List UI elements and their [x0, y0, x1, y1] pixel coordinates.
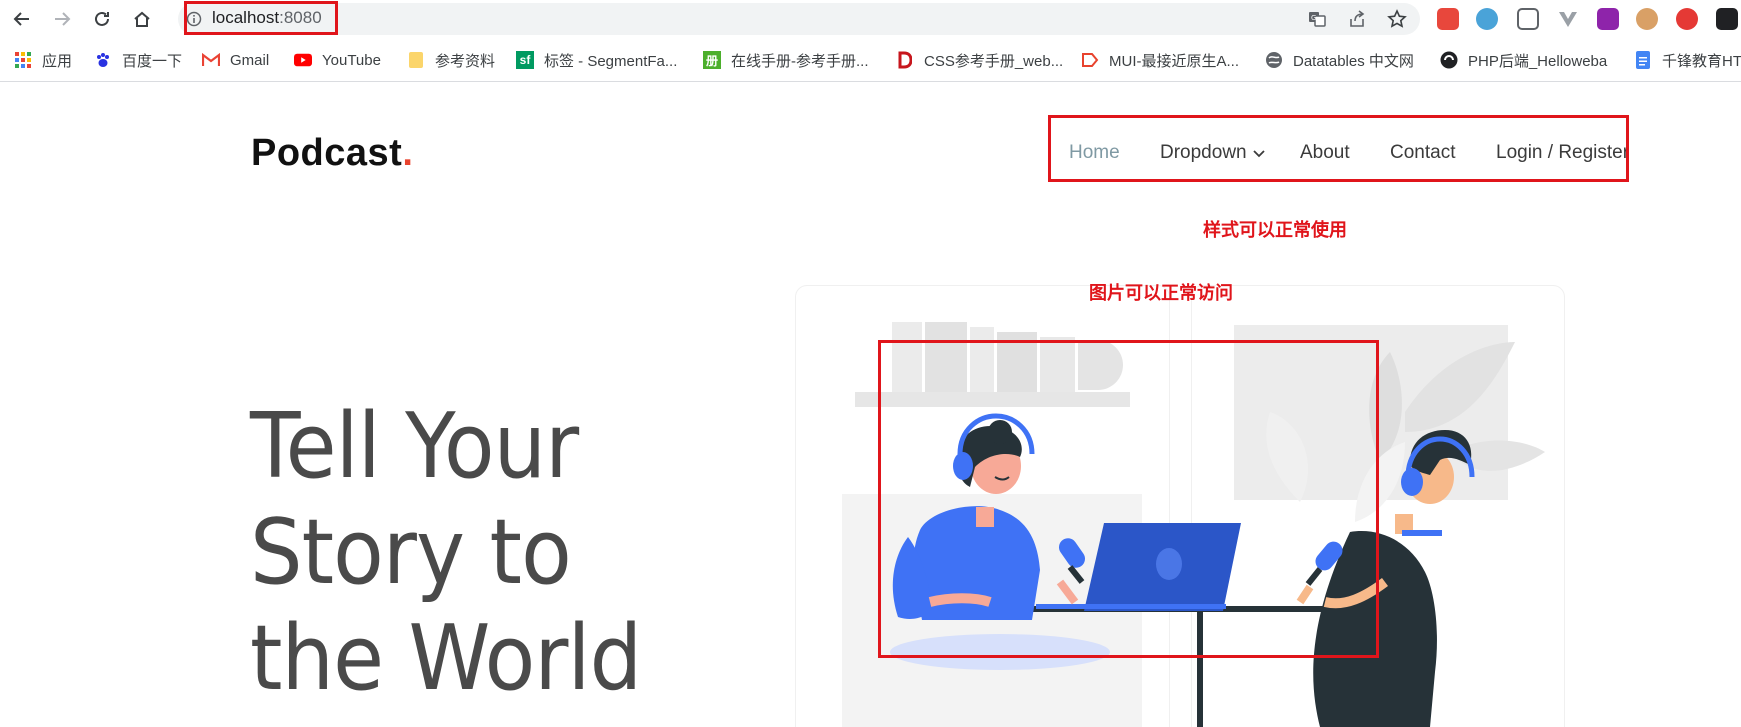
- bookmark-segmentfault[interactable]: sf 标签 - SegmentFa...: [516, 49, 677, 71]
- doc-icon: [1634, 51, 1652, 69]
- reload-icon: [95, 11, 109, 26]
- extension-copy-icon[interactable]: [1517, 8, 1539, 30]
- extension-rp-icon[interactable]: [1597, 8, 1619, 30]
- bookmark-helloweba[interactable]: PHP后端_Helloweba: [1440, 49, 1607, 71]
- image-note: 图片可以正常访问: [1089, 283, 1233, 303]
- youtube-icon: [294, 51, 312, 69]
- back-button[interactable]: [8, 5, 36, 33]
- arrow-right-icon: [55, 12, 71, 26]
- extension-cookie-icon[interactable]: [1636, 8, 1658, 30]
- reload-button[interactable]: [88, 5, 116, 33]
- bookmark-label: 千锋教育HT: [1662, 52, 1741, 70]
- gmail-icon: [202, 51, 220, 69]
- address-bar[interactable]: [178, 3, 1420, 35]
- bookmark-label: 应用: [42, 52, 73, 70]
- extension-devtools-icon[interactable]: [1716, 8, 1738, 30]
- folder-icon: [407, 51, 425, 69]
- bookmark-label: Gmail: [230, 51, 270, 69]
- bookmark-label: Datatables 中文网: [1293, 52, 1414, 70]
- helloweba-icon: [1440, 51, 1458, 69]
- extension-fox-icon[interactable]: [1476, 8, 1498, 30]
- bookmark-youtube[interactable]: YouTube: [294, 49, 381, 71]
- datatables-icon: [1265, 51, 1283, 69]
- bookmark-label: PHP后端_Helloweba: [1468, 52, 1608, 70]
- svg-text:G: G: [1311, 14, 1316, 22]
- translate-icon[interactable]: G: [1306, 8, 1328, 30]
- bookmark-doc[interactable]: 千锋教育HT: [1634, 49, 1741, 71]
- extension-dice-icon[interactable]: [1437, 8, 1459, 30]
- home-icon: [134, 11, 150, 27]
- apps-grid-icon: [14, 51, 32, 69]
- bookmark-label: MUI-最接近原生A...: [1109, 52, 1239, 70]
- image-highlight-box: [878, 340, 1379, 658]
- browser-toolbar: localhost:8080 G: [0, 0, 1741, 38]
- bookmark-label: YouTube: [322, 51, 381, 69]
- bookmark-css-manual[interactable]: CSS参考手册_web...: [896, 49, 1063, 71]
- bookmarks-bar: 应用 百度一下 Gmail YouTube 参考资料 sf 标签 - Segme…: [0, 38, 1741, 82]
- extension-weibo-icon[interactable]: [1676, 8, 1698, 30]
- bookmark-manual[interactable]: 册 在线手册-参考手册...: [703, 49, 869, 71]
- extension-vue-icon[interactable]: [1557, 8, 1579, 30]
- manual-icon: 册: [703, 51, 721, 69]
- bookmark-label: CSS参考手册_web...: [924, 52, 1064, 70]
- segmentfault-icon: sf: [516, 51, 534, 69]
- mui-icon: [1081, 51, 1099, 69]
- forward-button[interactable]: [48, 5, 76, 33]
- bookmark-label: 百度一下: [122, 52, 183, 70]
- bookmark-label: 标签 - SegmentFa...: [544, 52, 678, 70]
- page-viewport: Podcast. Home Dropdown About Contact Log…: [0, 82, 1741, 727]
- home-button[interactable]: [128, 5, 156, 33]
- bookmark-star-icon[interactable]: [1386, 8, 1408, 30]
- bookmark-label: 在线手册-参考手册...: [731, 52, 869, 70]
- url-highlight-box: [184, 1, 338, 35]
- share-icon[interactable]: [1346, 8, 1368, 30]
- bookmark-label: 参考资料: [435, 52, 496, 70]
- bookmark-gmail[interactable]: Gmail: [202, 49, 269, 71]
- baidu-paw-icon: [94, 51, 112, 69]
- arrow-left-icon: [13, 12, 29, 26]
- css-manual-icon: [896, 51, 914, 69]
- bookmark-datatables[interactable]: Datatables 中文网: [1265, 49, 1414, 71]
- bookmark-mui[interactable]: MUI-最接近原生A...: [1081, 49, 1239, 71]
- bookmark-baidu[interactable]: 百度一下: [94, 49, 182, 71]
- bookmark-apps[interactable]: 应用: [14, 49, 72, 71]
- podcast-illustration: [842, 322, 1545, 727]
- bookmark-folder-reference[interactable]: 参考资料: [407, 49, 495, 71]
